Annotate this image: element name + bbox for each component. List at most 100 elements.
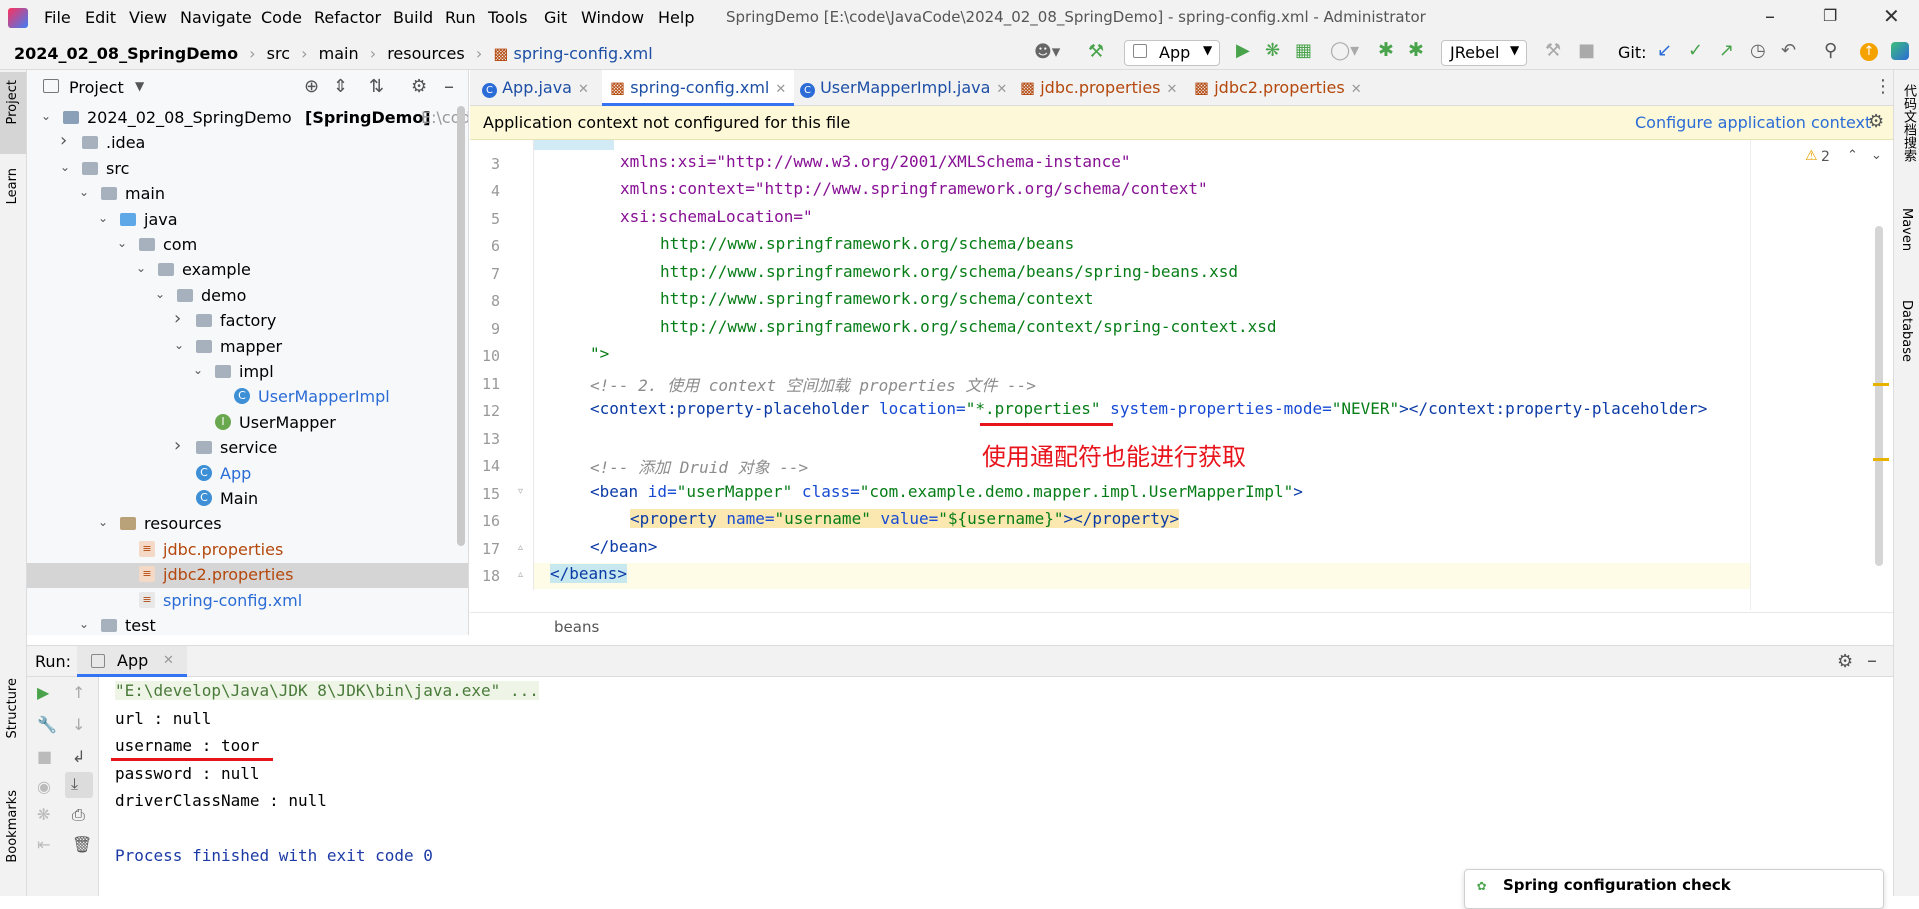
tree-item-mapper[interactable]: ⌄ mapper [27,335,468,360]
notification-popup[interactable]: ✿ Spring configuration check [1464,869,1884,909]
tree-item-demo[interactable]: ⌄ demo [27,284,468,309]
update-icon[interactable]: ↑ [1860,43,1878,61]
menu-view[interactable]: View [129,8,167,27]
jrebel-select[interactable]: JRebel ▼ [1441,40,1527,66]
chevron-right-icon[interactable]: › [60,130,67,151]
git-update-icon[interactable]: ↙ [1657,40,1672,61]
chevron-down-icon[interactable]: ⌄ [174,338,184,352]
close-icon[interactable]: ✕ [1351,82,1362,97]
menu-refactor[interactable]: Refactor [314,8,381,27]
tree-item-resources[interactable]: ⌄ resources [27,512,468,537]
fold-icon[interactable]: ▵ [518,542,523,553]
tree-item-java[interactable]: ⌄ java [27,208,468,233]
tree-item-jdbc-properties[interactable]: ≡ jdbc.properties [27,538,468,563]
trash-icon[interactable]: 🗑 [72,835,92,854]
tab-jdbc-properties[interactable]: ▩ jdbc.properties ✕ [1020,70,1177,106]
tab-app-java[interactable]: C App.java ✕ [482,70,589,106]
menu-file[interactable]: File [44,8,71,27]
editor-scrollbar[interactable] [1875,226,1883,566]
user-icon[interactable]: ☻▾ [1034,42,1060,62]
tree-scrollbar[interactable] [457,106,465,546]
close-icon[interactable]: ✕ [775,82,786,97]
rollback-icon[interactable]: ↶ [1781,40,1796,61]
menu-build[interactable]: Build [393,8,433,27]
tree-item-jdbc2-properties[interactable]: ≡ jdbc2.properties [27,563,468,589]
hide-icon[interactable]: – [444,74,454,98]
warning-icon[interactable]: ⚠ [1805,148,1818,164]
exit-icon[interactable]: ⇤ [37,835,50,854]
history-icon[interactable]: ◷ [1750,40,1766,61]
more-tabs-icon[interactable]: ⋮ [1874,76,1892,97]
stop-icon[interactable]: ■ [1578,40,1595,61]
tree-item-main[interactable]: ⌄ main [27,182,468,207]
menu-window[interactable]: Window [581,8,644,27]
profile-icon[interactable]: ◯▾ [1330,40,1359,61]
build-hammer-icon[interactable]: ⚒ [1088,41,1104,62]
menu-navigate[interactable]: Navigate [180,8,252,27]
minimize-icon[interactable]: – [1765,4,1775,28]
chevron-down-icon[interactable]: ⌄ [98,211,108,225]
toolbox-icon[interactable] [1891,42,1909,60]
chevron-down-icon[interactable]: ⌄ [79,185,89,199]
menu-git[interactable]: Git [544,8,567,27]
close-icon[interactable]: ✕ [163,653,174,668]
restore-layout-icon[interactable]: ❋ [37,805,50,824]
gear-icon[interactable]: ⚙ [1868,111,1884,132]
chevron-down-icon[interactable]: ⌄ [60,160,70,174]
collapse-all-icon[interactable]: ⇅ [369,76,384,97]
rerun-icon[interactable]: ▶ [37,683,49,702]
tree-item-service[interactable]: › service [27,435,468,461]
menu-code[interactable]: Code [261,8,302,27]
tree-item-spring-config-xml[interactable]: ≡ spring-config.xml [27,589,468,614]
maven-tool-button[interactable]: Maven [1894,208,1919,288]
restore-icon[interactable]: ❐ [1823,6,1837,25]
tree-item-com[interactable]: ⌄ com [27,233,468,258]
console-output[interactable]: "E:\develop\Java\JDK 8\JDK\bin\java.exe"… [99,677,1893,909]
configure-context-link[interactable]: Configure application context [1635,113,1871,132]
error-stripe-marker[interactable] [1873,383,1889,386]
tree-item-factory[interactable]: › factory [27,308,468,334]
breadcrumb-main[interactable]: main [319,44,359,63]
close-icon[interactable]: ✕ [1883,4,1900,28]
debug-icon[interactable]: ❋ [1265,40,1280,61]
tree-item-example[interactable]: ⌄ example [27,258,468,283]
scroll-down-icon[interactable]: ↓ [72,715,85,734]
chevron-down-icon[interactable]: ⌄ [41,109,51,123]
gear-icon[interactable]: ⚙ [411,76,427,97]
expand-all-icon[interactable]: ⇕ [333,76,348,97]
camera-icon[interactable]: ◉ [37,777,51,796]
chevron-down-icon[interactable]: ▼ [135,79,144,93]
run-config-select[interactable]: App ▼ [1124,40,1220,66]
coverage-icon[interactable]: ▦ [1295,40,1312,61]
scroll-to-end-button[interactable]: ⤓ [65,772,93,798]
chevron-down-icon[interactable]: ⌄ [79,617,89,631]
chevron-down-icon[interactable]: ⌄ [98,515,108,529]
git-push-icon[interactable]: ↗ [1719,40,1734,61]
tree-item-idea[interactable]: › .idea [27,130,468,156]
stop-icon[interactable]: ■ [37,747,52,766]
close-icon[interactable]: ✕ [996,82,1007,97]
breadcrumb-project[interactable]: 2024_02_08_SpringDemo [14,44,238,63]
fold-icon[interactable]: ▿ [518,486,523,497]
project-panel-title[interactable]: Project [69,78,124,97]
menu-edit[interactable]: Edit [85,8,116,27]
bookmarks-tool-button[interactable]: Bookmarks [0,786,26,886]
chevron-down-icon[interactable]: ⌄ [1871,148,1882,163]
chevron-down-icon[interactable]: ⌄ [155,287,165,301]
soft-wrap-icon[interactable]: ↲ [72,747,85,766]
project-tool-button[interactable]: Project [0,72,26,154]
tree-item-usermapperimpl[interactable]: C UserMapperImpl [27,385,468,410]
jrebel-debug-icon[interactable]: ✱ [1408,39,1424,61]
chevron-down-icon[interactable]: ⌄ [136,261,146,275]
menu-tools[interactable]: Tools [488,8,527,27]
menu-run[interactable]: Run [445,8,476,27]
tree-item-2024-02-08-springdemo[interactable]: ⌄ 2024_02_08_SpringDemo [SpringDemo] E:\cod… [27,106,468,131]
hammer-icon[interactable]: ⚒ [1545,40,1561,61]
run-icon[interactable]: ▶ [1236,40,1250,61]
tree-item-usermapper[interactable]: I UserMapper [27,411,468,436]
fold-icon[interactable]: ▵ [518,569,523,580]
search-icon[interactable]: ⚲ [1824,40,1837,61]
close-icon[interactable]: ✕ [1167,82,1178,97]
tree-item-impl[interactable]: ⌄ impl [27,360,468,385]
tree-item-app[interactable]: C App [27,462,468,487]
